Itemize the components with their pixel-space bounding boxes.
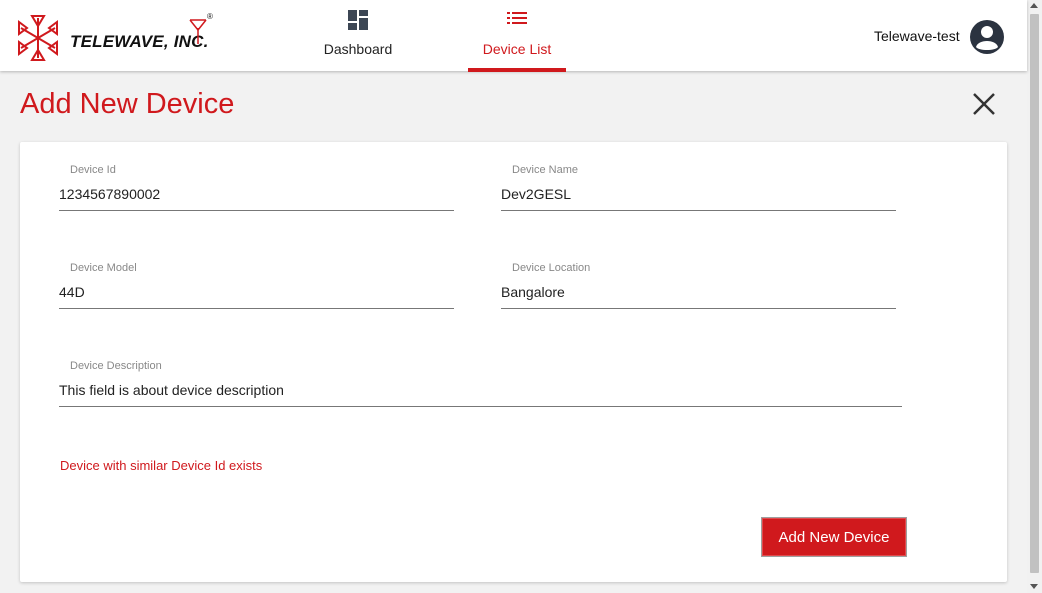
vertical-scrollbar[interactable] <box>1027 0 1042 593</box>
device-id-input[interactable] <box>59 182 454 211</box>
device-model-field: Device Model <box>59 262 454 318</box>
list-icon <box>506 10 528 33</box>
form-error-message: Device with similar Device Id exists <box>60 458 263 473</box>
user-name: Telewave-test <box>874 28 960 44</box>
device-model-label: Device Model <box>70 262 137 274</box>
add-new-device-button[interactable]: Add New Device <box>761 517 907 557</box>
device-location-input[interactable] <box>501 280 896 309</box>
dashboard-icon <box>347 10 369 35</box>
device-location-label: Device Location <box>512 262 591 274</box>
device-description-input[interactable] <box>59 378 902 407</box>
telewave-logo[interactable]: TELEWAVE, INC. ® <box>18 12 218 64</box>
scrollbar-thumb[interactable] <box>1030 14 1039 573</box>
device-name-input[interactable] <box>501 182 896 211</box>
top-nav-bar: TELEWAVE, INC. ® Dashboard Device List T… <box>0 0 1027 72</box>
device-location-field: Device Location <box>501 262 896 318</box>
device-id-field: Device Id <box>59 164 454 220</box>
tab-dashboard-label: Dashboard <box>323 41 393 57</box>
device-description-field: Device Description <box>59 360 902 416</box>
scroll-down-arrow-icon[interactable] <box>1030 584 1038 589</box>
page-title: Add New Device <box>20 88 235 120</box>
close-icon[interactable] <box>970 90 998 118</box>
scroll-up-arrow-icon[interactable] <box>1030 3 1038 8</box>
antenna-icon <box>189 19 207 44</box>
device-model-input[interactable] <box>59 280 454 309</box>
tab-device-list-label: Device List <box>482 41 552 57</box>
tab-dashboard[interactable]: Dashboard <box>313 0 403 71</box>
add-device-form: Device Id Device Name Device Model Devic… <box>20 142 1007 582</box>
device-description-label: Device Description <box>70 360 162 372</box>
registered-mark: ® <box>207 12 213 21</box>
device-id-label: Device Id <box>70 164 116 176</box>
telewave-starburst-icon <box>18 15 58 61</box>
tab-device-list[interactable]: Device List <box>468 0 566 72</box>
device-name-field: Device Name <box>501 164 896 220</box>
active-tab-indicator <box>468 68 566 72</box>
device-name-label: Device Name <box>512 164 579 176</box>
account-circle-icon[interactable] <box>969 19 1005 55</box>
